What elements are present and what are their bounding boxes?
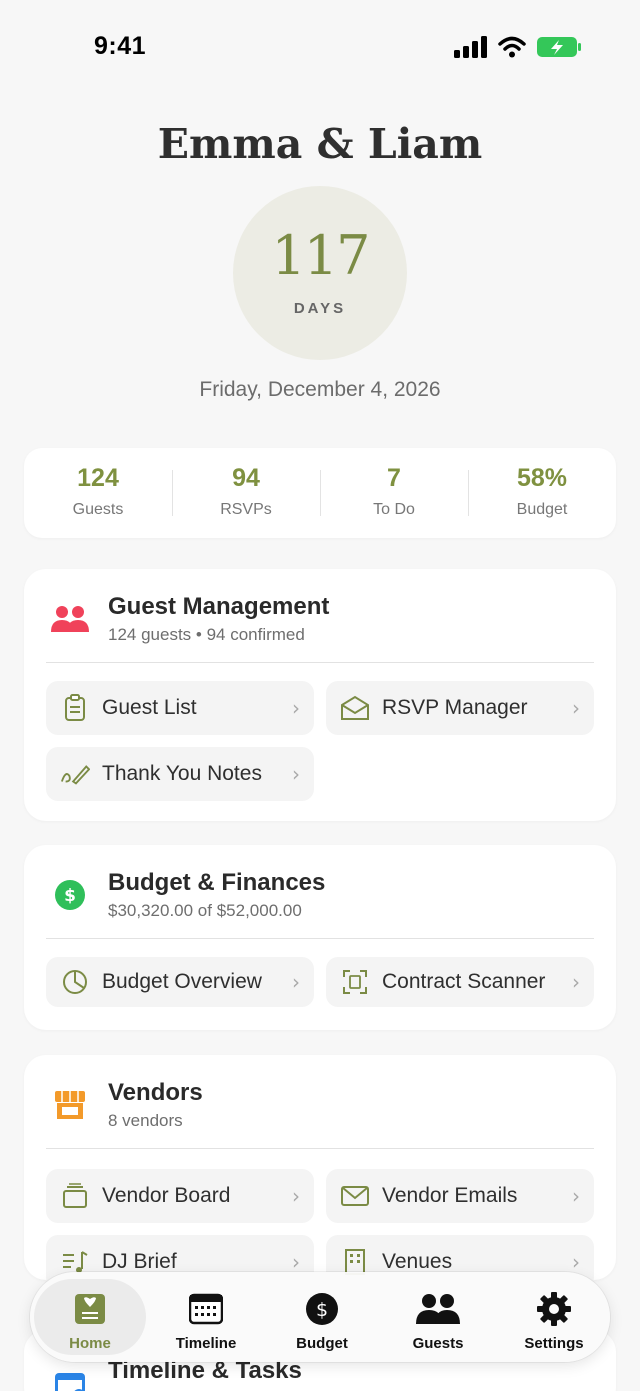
tile-label: RSVP Manager: [382, 696, 528, 719]
chevron-right-icon: ›: [292, 1250, 300, 1274]
rsvp-manager-button[interactable]: RSVP Manager ›: [326, 681, 594, 735]
tile-label: Vendor Board: [102, 1184, 231, 1207]
stat-guests[interactable]: 124 Guests: [24, 460, 172, 526]
chevron-right-icon: ›: [572, 696, 580, 720]
chevron-right-icon: ›: [292, 1184, 300, 1208]
section-subtitle: 8 vendors: [108, 1111, 183, 1130]
gear-icon: [498, 1291, 610, 1327]
status-bar: 9:41: [0, 0, 640, 96]
wedding-date: Friday, December 4, 2026: [199, 378, 441, 401]
tab-home[interactable]: Home: [34, 1279, 146, 1355]
countdown-circle: 117 DAYS: [233, 186, 407, 360]
svg-text:$: $: [316, 1299, 328, 1321]
stat-value: 7: [387, 464, 401, 492]
couple-title: Emma & Liam: [157, 120, 483, 168]
people-icon: [50, 599, 90, 639]
guest-list-button[interactable]: Guest List ›: [46, 681, 314, 735]
divider: [46, 1148, 594, 1149]
tab-label: Home: [69, 1335, 111, 1352]
dollar-circle-icon: $: [50, 875, 90, 915]
tile-label: DJ Brief: [102, 1250, 177, 1273]
stat-label: Guests: [72, 501, 124, 518]
status-icons: [454, 36, 582, 58]
status-time: 9:41: [94, 32, 147, 60]
signature-icon: [60, 759, 90, 789]
stat-label: RSVPs: [220, 501, 272, 518]
tab-label: Timeline: [175, 1335, 237, 1352]
envelope-open-icon: [340, 693, 370, 723]
tab-label: Settings: [524, 1335, 584, 1352]
pie-chart-icon: [60, 967, 90, 997]
chevron-right-icon: ›: [572, 970, 580, 994]
chevron-right-icon: ›: [292, 970, 300, 994]
vendor-tiles: Vendor Board › Vendor Emails › DJ Brief …: [46, 1169, 594, 1289]
chevron-right-icon: ›: [292, 696, 300, 720]
contract-scanner-button[interactable]: Contract Scanner ›: [326, 957, 594, 1007]
signal-icon: [454, 36, 487, 58]
budget-tiles: Budget Overview › Contract Scanner ›: [46, 957, 594, 1007]
clipboard-icon: [60, 693, 90, 723]
stat-rsvps[interactable]: 94 RSVPs: [172, 460, 320, 526]
tab-budget[interactable]: $ Budget: [266, 1279, 378, 1355]
countdown-unit: DAYS: [293, 300, 347, 317]
vendors-card: Vendors 8 vendors Vendor Board › Vendor …: [24, 1055, 616, 1289]
people-icon: [382, 1291, 494, 1327]
tab-guests[interactable]: Guests: [382, 1279, 494, 1355]
stat-value: 58%: [516, 464, 568, 492]
section-title: Vendors: [108, 1079, 203, 1106]
vendors-header[interactable]: Vendors 8 vendors: [24, 1055, 616, 1149]
section-title: Guest Management: [108, 593, 330, 620]
tile-label: Budget Overview: [102, 970, 262, 993]
battery-icon: [537, 37, 581, 57]
tab-settings[interactable]: Settings: [498, 1279, 610, 1355]
stat-label: To Do: [373, 501, 415, 518]
tile-label: Contract Scanner: [382, 970, 546, 993]
tab-label: Guests: [412, 1335, 464, 1352]
guest-management-header[interactable]: Guest Management 124 guests • 94 confirm…: [24, 569, 616, 663]
storefront-icon: [50, 1085, 90, 1125]
thank-you-notes-button[interactable]: Thank You Notes ›: [46, 747, 314, 801]
guest-management-card: Guest Management 124 guests • 94 confirm…: [24, 569, 616, 821]
stat-budget[interactable]: 58% Budget: [468, 460, 616, 526]
chevron-right-icon: ›: [572, 1184, 580, 1208]
budget-finances-header[interactable]: $ Budget & Finances $30,320.00 of $52,00…: [24, 845, 616, 939]
chevron-right-icon: ›: [572, 1250, 580, 1274]
stat-label: Budget: [516, 501, 568, 518]
tile-label: Vendor Emails: [382, 1184, 518, 1207]
chevron-right-icon: ›: [292, 762, 300, 786]
stats-card: 124 Guests 94 RSVPs 7 To Do 58% Budget: [24, 448, 616, 538]
tile-label: Guest List: [102, 696, 197, 719]
divider: [46, 938, 594, 939]
stat-todo[interactable]: 7 To Do: [320, 460, 468, 526]
countdown-value: 117: [271, 224, 370, 287]
calendar-icon: [50, 1366, 90, 1391]
calendar-icon: [150, 1291, 262, 1327]
svg-text:$: $: [64, 886, 76, 906]
divider: [46, 662, 594, 663]
wifi-icon: [498, 36, 526, 58]
tray-stack-icon: [60, 1181, 90, 1211]
budget-overview-button[interactable]: Budget Overview ›: [46, 957, 314, 1007]
section-subtitle: $30,320.00 of $52,000.00: [108, 901, 302, 920]
vendor-emails-button[interactable]: Vendor Emails ›: [326, 1169, 594, 1223]
tile-label: Venues: [382, 1250, 453, 1273]
tile-label: Thank You Notes: [102, 762, 262, 785]
tab-timeline[interactable]: Timeline: [150, 1279, 262, 1355]
envelope-icon: [340, 1181, 370, 1211]
guest-tiles: Guest List › RSVP Manager › Thank You No…: [46, 681, 594, 801]
stat-value: 124: [77, 464, 119, 492]
tab-label: Budget: [296, 1335, 348, 1352]
dollar-circle-icon: $: [266, 1291, 378, 1327]
vendor-board-button[interactable]: Vendor Board ›: [46, 1169, 314, 1223]
home-card-icon: [34, 1291, 146, 1327]
section-title: Budget & Finances: [108, 869, 326, 896]
section-subtitle: 124 guests • 94 confirmed: [108, 625, 305, 644]
budget-finances-card: $ Budget & Finances $30,320.00 of $52,00…: [24, 845, 616, 1030]
document-scan-icon: [340, 967, 370, 997]
tab-bar: Home Timeline $ Budget Guests Settings: [30, 1272, 610, 1362]
stat-value: 94: [232, 464, 260, 492]
